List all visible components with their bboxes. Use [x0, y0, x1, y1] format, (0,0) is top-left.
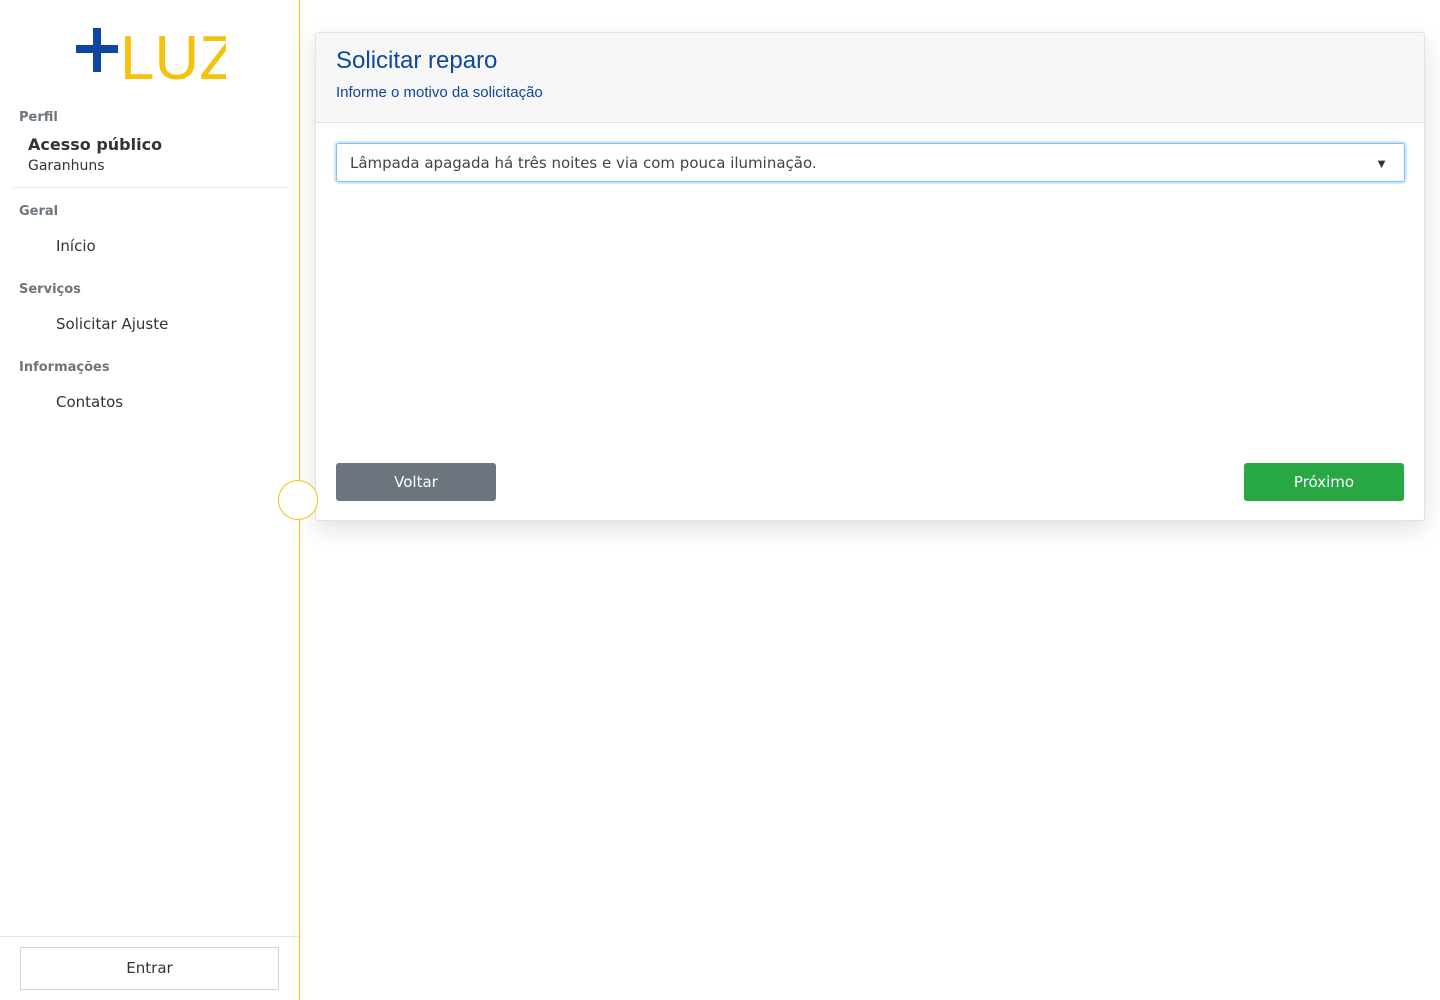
reason-select-value: Lâmpada apagada há três noites e via com… — [350, 154, 817, 172]
section-label-geral: Geral — [19, 204, 59, 219]
profile-section-label: Perfil — [19, 110, 58, 125]
page-title: Solicitar reparo — [336, 47, 498, 74]
sidebar-bottom-divider — [0, 936, 299, 937]
chevron-down-icon: ▼ — [1375, 156, 1388, 171]
login-button[interactable]: Entrar — [20, 947, 279, 990]
next-button[interactable]: Próximo — [1244, 463, 1404, 501]
section-label-informacoes: Informações — [19, 360, 110, 375]
brand-logo: LUZ — [76, 28, 226, 82]
card-header: Solicitar reparo Informe o motivo da sol… — [316, 33, 1424, 123]
profile-city: Garanhuns — [28, 158, 105, 174]
section-label-servicos: Serviços — [19, 282, 81, 297]
sidebar-item-inicio[interactable]: Início — [56, 237, 96, 255]
page-subtitle: Informe o motivo da solicitação — [336, 84, 543, 101]
reason-select[interactable]: Lâmpada apagada há três noites e via com… — [336, 143, 1405, 182]
repair-request-card: Solicitar reparo Informe o motivo da sol… — [315, 32, 1425, 521]
back-button[interactable]: Voltar — [336, 463, 496, 501]
sidebar-item-contatos[interactable]: Contatos — [56, 393, 123, 411]
sidebar: LUZ Perfil Acesso público Garanhuns Gera… — [0, 0, 300, 1000]
svg-text:LUZ: LUZ — [120, 28, 226, 82]
sidebar-item-solicitar-ajuste[interactable]: Solicitar Ajuste — [56, 315, 168, 333]
profile-divider — [12, 187, 288, 188]
profile-name: Acesso público — [28, 135, 163, 154]
sidebar-toggle-handle[interactable] — [278, 480, 318, 520]
